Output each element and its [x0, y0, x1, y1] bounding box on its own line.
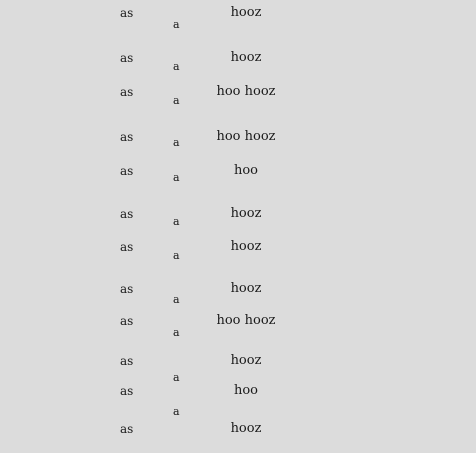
row-right-text: hoo hooz	[216, 313, 276, 328]
row-right-text: hoo	[233, 163, 259, 178]
text-grid: as a hooz as a hooz as a hoo hooz as a hoo hooz as a h…	[0, 0, 476, 453]
row-middle-text: a	[173, 171, 180, 184]
row-left-text: as	[120, 207, 134, 221]
row-middle-text: a	[173, 94, 180, 107]
row-left-text: as	[120, 354, 134, 368]
row-right-text: hoo	[233, 383, 259, 398]
row-right-text: hoo hooz	[216, 84, 276, 99]
row-right-text: hoo hooz	[216, 129, 276, 144]
row-middle-text: a	[173, 215, 180, 228]
row-left-text: as	[120, 164, 134, 178]
text-row: as a hooz	[0, 239, 476, 262]
row-middle-text: a	[173, 136, 180, 149]
text-row: as a hoo hooz	[0, 313, 476, 339]
row-right-text: hooz	[230, 5, 262, 20]
row-middle-text: a	[173, 326, 180, 339]
text-row: as a hoo	[0, 163, 476, 184]
row-right-text: hooz	[230, 281, 262, 296]
row-middle-text: a	[173, 18, 180, 31]
row-left-text: as	[120, 6, 134, 20]
text-row: as a hoo	[0, 383, 476, 418]
row-left-text: as	[120, 240, 134, 254]
row-middle-text: a	[173, 60, 180, 73]
row-right-text: hooz	[230, 353, 262, 368]
row-middle-text: a	[173, 405, 180, 418]
row-right-text: hooz	[230, 206, 262, 221]
text-row: as a hooz	[0, 353, 476, 384]
row-right-text: hooz	[230, 239, 262, 254]
row-right-text: hooz	[230, 50, 262, 65]
text-row: as a hooz	[0, 206, 476, 228]
row-left-text: as	[120, 384, 134, 398]
row-middle-text: a	[173, 249, 180, 262]
row-left-text: as	[120, 51, 134, 65]
text-row: as a hooz	[0, 5, 476, 31]
row-left-text: as	[120, 130, 134, 144]
text-row: as hooz	[0, 422, 476, 440]
row-left-text: as	[120, 282, 134, 296]
row-middle-text: a	[173, 293, 180, 306]
text-row: as a hooz	[0, 50, 476, 73]
row-left-text: as	[120, 85, 134, 99]
row-middle-text: a	[173, 371, 180, 384]
text-row: as a hoo hooz	[0, 84, 476, 107]
text-row: as a hooz	[0, 281, 476, 306]
row-left-text: as	[120, 422, 134, 436]
text-row: as a hoo hooz	[0, 129, 476, 149]
row-left-text: as	[120, 314, 134, 328]
row-right-text: hooz	[230, 421, 262, 436]
